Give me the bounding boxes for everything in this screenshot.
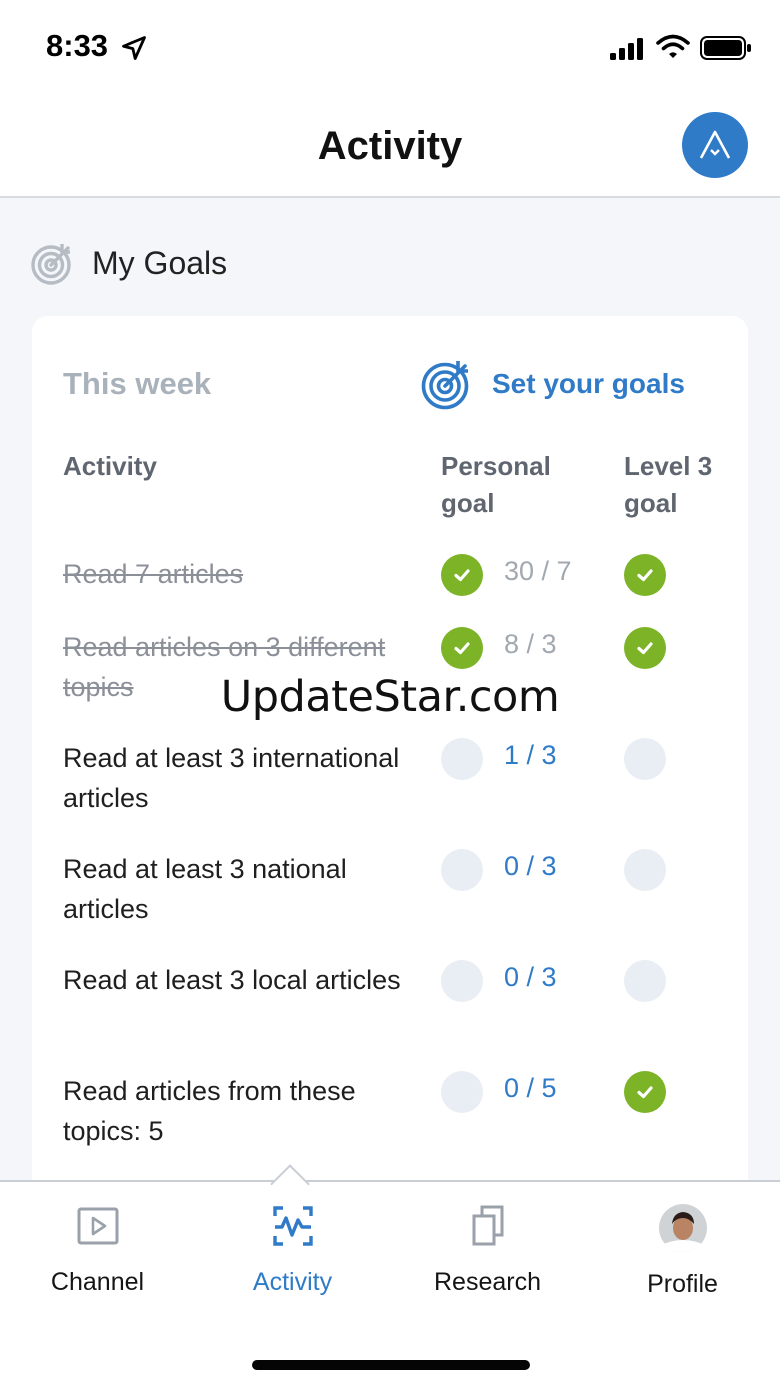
goal-progress: 0 / 5 bbox=[504, 1073, 557, 1103]
profile-photo bbox=[658, 1204, 707, 1252]
avatar bbox=[658, 1204, 707, 1252]
checkmark-icon bbox=[454, 569, 470, 582]
cellular-signal-icon bbox=[610, 38, 643, 60]
activity-pulse-icon bbox=[272, 1206, 313, 1246]
checkmark-icon bbox=[454, 642, 470, 655]
level-goal-status bbox=[624, 849, 666, 891]
tab-label: Activity bbox=[252, 1268, 333, 1296]
section-title: My Goals bbox=[92, 244, 228, 281]
checkmark-icon bbox=[637, 1086, 653, 1099]
level-goal-check bbox=[624, 1071, 666, 1113]
target-icon bbox=[31, 244, 71, 285]
period-label: This week bbox=[63, 366, 212, 401]
tab-activity[interactable]: Activity bbox=[195, 1204, 390, 1314]
goals-card: This week Set your goals Activity Person… bbox=[32, 316, 748, 1196]
app-header: Activity bbox=[0, 96, 780, 198]
goal-progress: 30 / 7 bbox=[504, 556, 572, 586]
goal-label: Read at least 3 local articles bbox=[63, 965, 401, 995]
goal-progress: 8 / 3 bbox=[504, 629, 557, 659]
play-video-icon bbox=[77, 1207, 118, 1245]
tab-label: Profile bbox=[647, 1270, 718, 1298]
goal-progress: 1 / 3 bbox=[504, 740, 557, 770]
tab-channel[interactable]: Channel bbox=[0, 1204, 195, 1314]
goal-label: Read articles from these topics: 5 bbox=[63, 1076, 356, 1146]
wifi-icon bbox=[656, 34, 690, 58]
watermark: UpdateStar.com bbox=[220, 672, 560, 722]
set-goals-label: Set your goals bbox=[492, 368, 685, 399]
set-goals-button[interactable]: Set your goals bbox=[420, 356, 685, 412]
tab-profile[interactable]: Profile bbox=[585, 1204, 780, 1314]
goal-progress: 0 / 3 bbox=[504, 962, 557, 992]
tab-label: Research bbox=[434, 1268, 541, 1296]
home-indicator bbox=[252, 1360, 530, 1370]
battery-icon bbox=[700, 36, 751, 60]
personal-goal-check bbox=[441, 627, 483, 669]
status-bar: 8:33 bbox=[0, 0, 780, 96]
level-goal-status bbox=[624, 960, 666, 1002]
personal-goal-status bbox=[441, 960, 483, 1002]
my-goals-heading: My Goals bbox=[30, 238, 227, 288]
personal-goal-status bbox=[441, 1071, 483, 1113]
goal-label: Read 7 articles bbox=[63, 559, 244, 589]
page-title: Activity bbox=[317, 124, 463, 168]
personal-goal-check bbox=[441, 554, 483, 596]
checkmark-icon bbox=[637, 642, 653, 655]
level-goal-check bbox=[624, 554, 666, 596]
goal-label: Read at least 3 international articles bbox=[63, 743, 400, 813]
account-button[interactable] bbox=[682, 112, 748, 178]
status-time: 8:33 bbox=[46, 28, 109, 63]
column-header-personal-goal: Personal goal bbox=[441, 451, 551, 518]
personal-goal-status bbox=[441, 738, 483, 780]
copy-pages-icon bbox=[472, 1205, 503, 1246]
target-icon bbox=[421, 361, 469, 410]
tab-label: Channel bbox=[50, 1268, 145, 1296]
column-header-activity: Activity bbox=[63, 451, 157, 481]
goal-progress: 0 / 3 bbox=[504, 851, 557, 881]
location-arrow-icon bbox=[122, 36, 146, 60]
account-logo-icon bbox=[699, 130, 731, 159]
level-goal-status bbox=[624, 738, 666, 780]
checkmark-icon bbox=[637, 569, 653, 582]
tab-bar: Channel Activity Research Profile bbox=[0, 1164, 780, 1387]
column-header-level-goal: Level 3 goal bbox=[624, 451, 713, 518]
tab-research[interactable]: Research bbox=[390, 1204, 585, 1314]
level-goal-check bbox=[624, 627, 666, 669]
goal-label: Read at least 3 national articles bbox=[63, 854, 347, 924]
personal-goal-status bbox=[441, 849, 483, 891]
